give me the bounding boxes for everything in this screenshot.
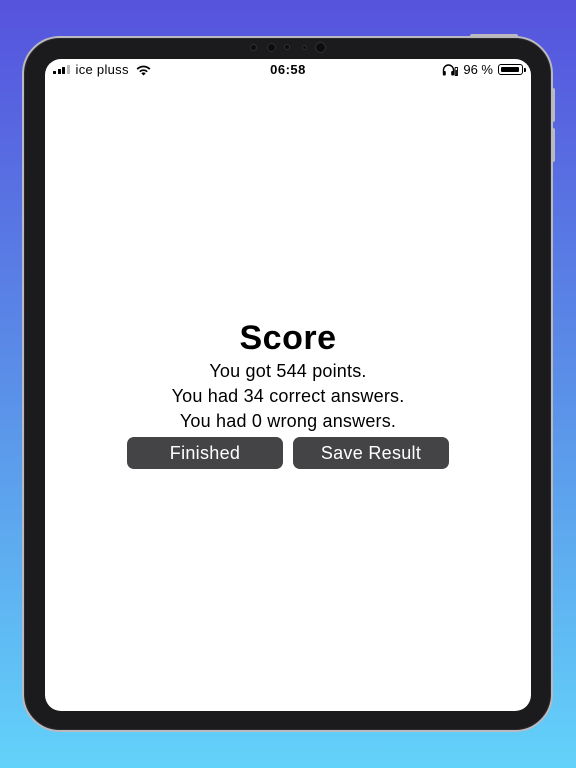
battery-level-fill bbox=[500, 66, 520, 72]
status-bar: ice pluss 06:58 96 % bbox=[45, 59, 531, 81]
button-row: Finished Save Result bbox=[45, 437, 531, 469]
correct-answers-text: You had 34 correct answers. bbox=[171, 386, 405, 406]
battery-icon bbox=[498, 64, 526, 75]
camera-sensor-bar bbox=[248, 41, 330, 53]
sensor-dot bbox=[267, 43, 276, 52]
sensor-dot bbox=[250, 44, 257, 51]
status-right: 96 % bbox=[442, 62, 526, 77]
screen: ice pluss 06:58 96 % Score You got 544 p… bbox=[45, 59, 531, 711]
score-panel: Score You got 544 points. You had 34 cor… bbox=[45, 317, 531, 469]
front-camera-icon bbox=[315, 42, 326, 53]
save-result-button[interactable]: Save Result bbox=[293, 437, 449, 469]
battery-percentage: 96 % bbox=[463, 62, 493, 77]
headphones-icon bbox=[443, 63, 459, 76]
sensor-dot bbox=[284, 44, 290, 50]
sensor-dot bbox=[302, 45, 307, 50]
finished-button[interactable]: Finished bbox=[127, 437, 283, 469]
score-title: Score bbox=[239, 319, 337, 357]
wrong-answers-text: You had 0 wrong answers. bbox=[179, 411, 397, 431]
points-text: You got 544 points. bbox=[209, 361, 367, 381]
